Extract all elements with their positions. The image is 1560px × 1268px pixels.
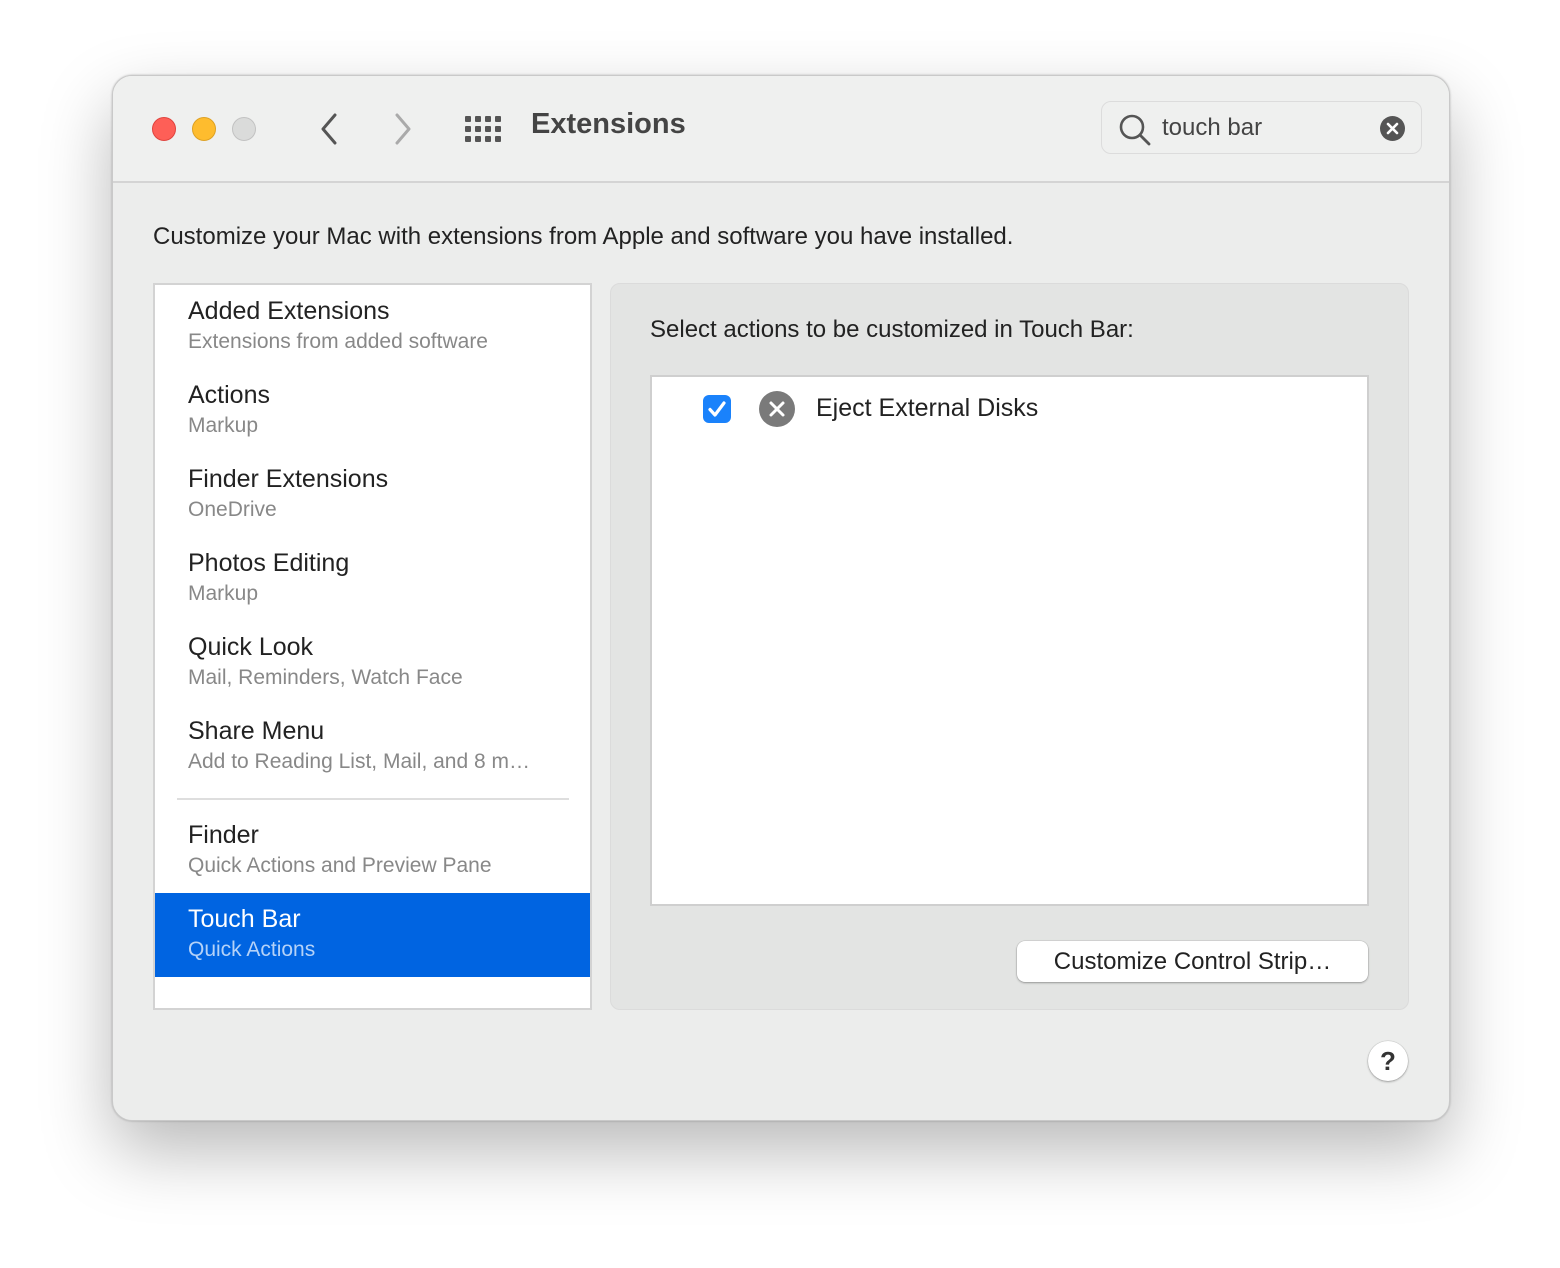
titlebar: Extensions [113, 76, 1449, 183]
minimize-button[interactable] [192, 117, 216, 141]
sidebar-item-subtitle: Mail, Reminders, Watch Face [188, 666, 463, 689]
sidebar-item-finder[interactable]: Finder Quick Actions and Preview Pane [155, 809, 590, 893]
forward-button[interactable] [388, 110, 418, 148]
sidebar-item-share-menu[interactable]: Share Menu Add to Reading List, Mail, an… [155, 705, 590, 789]
sidebar-item-photos-editing[interactable]: Photos Editing Markup [155, 537, 590, 621]
magnifier-icon [1119, 114, 1151, 146]
sidebar-item-subtitle: Quick Actions and Preview Pane [188, 854, 492, 877]
search-field[interactable] [1101, 101, 1422, 154]
touch-bar-panel: Select actions to be customized in Touch… [610, 283, 1409, 1010]
sidebar-item-title: Finder Extensions [188, 465, 389, 493]
clear-icon [1386, 122, 1399, 135]
sidebar-item-touch-bar[interactable]: Touch Bar Quick Actions [155, 893, 590, 977]
window-title: Extensions [531, 108, 686, 140]
sidebar-item-title: Quick Look [188, 633, 314, 661]
sidebar-item-subtitle: Quick Actions [188, 938, 316, 961]
sidebar-item-title: Touch Bar [188, 905, 301, 933]
sidebar-item-subtitle: Extensions from added software [188, 330, 488, 353]
clear-search-button[interactable] [1380, 116, 1405, 141]
chevron-left-icon [321, 113, 337, 145]
eject-x-icon [759, 391, 795, 427]
system-preferences-window: Extensions Customize your Mac with exten… [112, 75, 1450, 1121]
customize-control-strip-button[interactable]: Customize Control Strip… [1017, 941, 1368, 982]
sidebar-item-title: Actions [188, 381, 270, 409]
sidebar-item-subtitle: Add to Reading List, Mail, and 8 m… [188, 750, 531, 773]
sidebar-item-subtitle: Markup [188, 414, 259, 437]
back-button[interactable] [314, 110, 344, 148]
show-all-button[interactable] [465, 116, 503, 142]
extensions-sidebar: Added Extensions Extensions from added s… [153, 283, 592, 1010]
action-checkbox[interactable] [703, 395, 731, 423]
sidebar-item-added-extensions[interactable]: Added Extensions Extensions from added s… [155, 285, 590, 369]
description-text: Customize your Mac with extensions from … [153, 223, 1014, 250]
sidebar-item-subtitle: Markup [188, 582, 259, 605]
sidebar-item-subtitle: OneDrive [188, 498, 277, 521]
sidebar-item-title: Finder [188, 821, 259, 849]
sidebar-item-title: Share Menu [188, 717, 325, 745]
sidebar-item-finder-extensions[interactable]: Finder Extensions OneDrive [155, 453, 590, 537]
close-button[interactable] [152, 117, 176, 141]
sidebar-item-title: Photos Editing [188, 549, 350, 577]
panel-label: Select actions to be customized in Touch… [650, 316, 1134, 343]
grid-icon [465, 116, 501, 142]
search-input[interactable] [1162, 110, 1362, 146]
sidebar-item-quick-look[interactable]: Quick Look Mail, Reminders, Watch Face [155, 621, 590, 705]
list-item: Eject External Disks [652, 391, 1367, 431]
chevron-right-icon [395, 113, 411, 145]
sidebar-item-actions[interactable]: Actions Markup [155, 369, 590, 453]
sidebar-item-title: Added Extensions [188, 297, 390, 325]
zoom-button[interactable] [232, 117, 256, 141]
actions-list: Eject External Disks [650, 375, 1369, 906]
checkmark-icon [708, 401, 726, 417]
sidebar-divider [177, 798, 569, 800]
help-button[interactable]: ? [1368, 1041, 1408, 1081]
action-label: Eject External Disks [816, 394, 1039, 422]
